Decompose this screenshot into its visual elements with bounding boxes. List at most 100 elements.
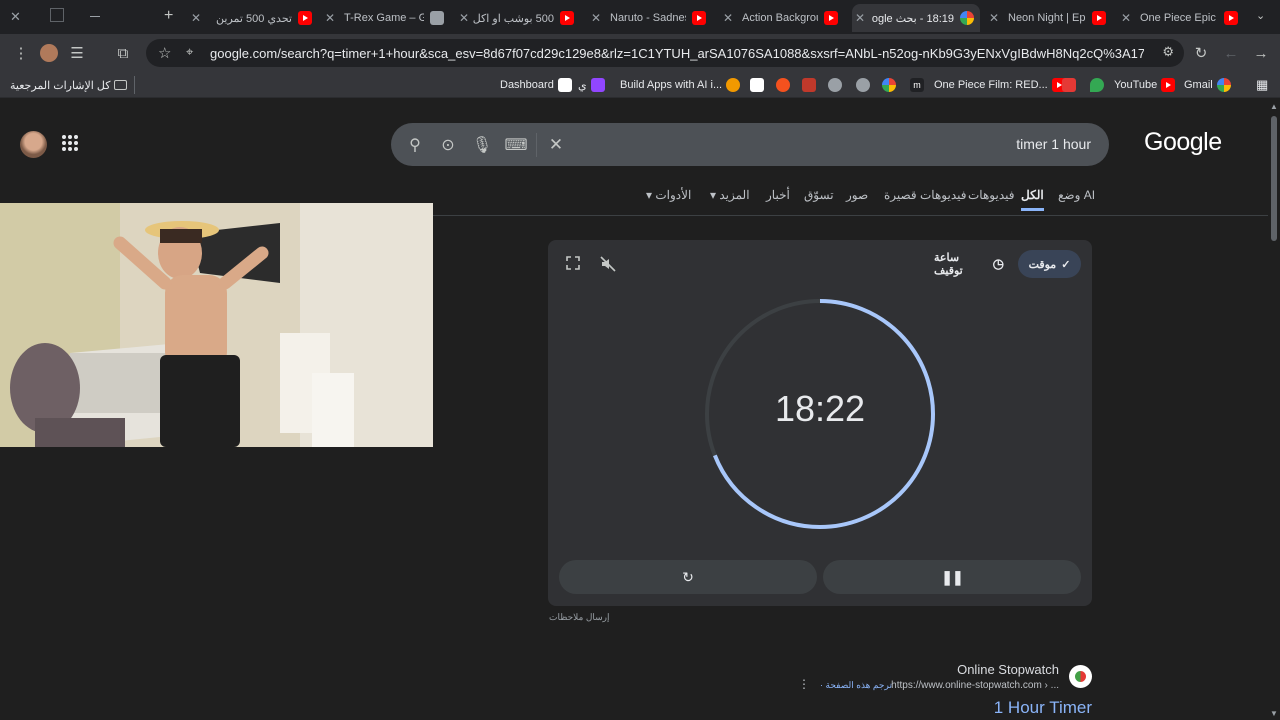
bookmark-4k[interactable] bbox=[1058, 77, 1080, 93]
bookmark-label: ي bbox=[578, 79, 587, 92]
bookmark-star-icon[interactable]: ☆ bbox=[158, 44, 171, 62]
bookmarks-divider bbox=[134, 76, 135, 94]
search-input[interactable]: timer 1 hour bbox=[1016, 136, 1091, 152]
tab-0[interactable]: ✕ تحدي 500 تمرين bbox=[188, 4, 318, 32]
more-options-icon[interactable]: ⋮ bbox=[798, 677, 810, 691]
lens-icon[interactable]: ⊙ bbox=[436, 133, 460, 157]
scrollbar-thumb[interactable] bbox=[1271, 116, 1277, 241]
result-site-name[interactable]: Online Stopwatch bbox=[957, 662, 1059, 677]
tab-7[interactable]: ✕ One Piece Epic S bbox=[1118, 4, 1244, 32]
youtube-icon bbox=[1161, 78, 1176, 92]
translate-page-link[interactable]: · ترجم هذه الصفحة bbox=[820, 680, 892, 691]
close-icon[interactable]: ✕ bbox=[588, 11, 604, 25]
bookmark-one-piece-film[interactable]: One Piece Film: RED... bbox=[934, 77, 1070, 93]
tab-5-active[interactable]: ✕ 18:19 - بحث ogle bbox=[852, 4, 980, 32]
reset-button[interactable]: ↻ bbox=[559, 560, 817, 594]
back-icon[interactable]: → bbox=[1248, 40, 1274, 66]
close-icon[interactable]: ✕ bbox=[456, 11, 472, 25]
clear-icon[interactable]: ✕ bbox=[544, 133, 568, 157]
tab-short-videos[interactable]: فيديوهات قصيرة bbox=[884, 188, 966, 202]
window-minimize-button[interactable] bbox=[90, 16, 100, 17]
tab-videos[interactable]: فيديوهات bbox=[968, 188, 1014, 202]
amazon-icon bbox=[750, 78, 764, 92]
mute-icon[interactable] bbox=[600, 256, 616, 272]
tab-ai-mode[interactable]: وضع AI bbox=[1058, 188, 1095, 202]
all-bookmarks-button[interactable]: كل الإشارات المرجعية bbox=[10, 77, 131, 93]
tab-all[interactable]: الكل bbox=[1021, 188, 1044, 211]
search-box[interactable]: ⚲ ⊙ 🎙︎ ⌨ ✕ timer 1 hour bbox=[391, 123, 1109, 166]
bookmark-globe[interactable] bbox=[824, 77, 846, 93]
tab-title: Action Backgrou bbox=[742, 12, 818, 24]
send-feedback-link[interactable]: إرسال ملاحظات bbox=[549, 612, 610, 623]
profile-avatar[interactable] bbox=[36, 40, 62, 66]
bookmark-google[interactable] bbox=[878, 77, 900, 93]
tab-more[interactable]: ▾ المزيد bbox=[710, 188, 750, 202]
address-bar[interactable]: ☆ ⌖ google.com/search?q=timer+1+hour&sca… bbox=[146, 39, 1184, 67]
reading-list-icon[interactable]: ☰ bbox=[64, 40, 90, 66]
scroll-up-icon[interactable]: ▲ bbox=[1270, 102, 1278, 111]
microphone-icon[interactable]: 🎙︎ bbox=[470, 133, 494, 157]
close-icon[interactable]: ✕ bbox=[188, 11, 204, 25]
timer-chip[interactable]: موقت ✓ bbox=[1018, 250, 1081, 278]
pause-button[interactable]: ❚❚ bbox=[823, 560, 1081, 594]
bookmark-globe[interactable] bbox=[852, 77, 874, 93]
result-heading-link[interactable]: 1 Hour Timer bbox=[994, 698, 1092, 718]
result-favicon[interactable] bbox=[1069, 665, 1092, 688]
4k-icon bbox=[1062, 78, 1076, 92]
bookmark-item[interactable] bbox=[798, 77, 820, 93]
bookmark-dashboard[interactable]: Dashboard bbox=[500, 77, 576, 93]
bookmark-amazon[interactable] bbox=[746, 77, 768, 93]
window-close-button[interactable]: ✕ bbox=[10, 9, 26, 25]
scroll-down-icon[interactable]: ▼ bbox=[1270, 709, 1278, 718]
bookmark-maps[interactable] bbox=[1086, 77, 1108, 93]
close-icon[interactable]: ✕ bbox=[1118, 11, 1134, 25]
tab-shopping[interactable]: تسوّق bbox=[804, 188, 834, 202]
stopwatch-chip[interactable]: ساعة توقيف ◷ bbox=[934, 250, 1004, 278]
result-url[interactable]: https://www.online-stopwatch.com › ... bbox=[891, 680, 1059, 691]
url-text[interactable]: google.com/search?q=timer+1+hour&sca_esv… bbox=[210, 46, 1144, 61]
tab-search-chevron-icon[interactable]: ⌄ bbox=[1256, 9, 1265, 22]
page-scrollbar[interactable]: ▲ ▼ bbox=[1268, 98, 1280, 720]
maps-icon bbox=[1090, 78, 1104, 92]
forward-icon[interactable]: ← bbox=[1218, 40, 1244, 66]
search-icon[interactable]: ⚲ bbox=[403, 133, 427, 157]
close-icon[interactable]: ✕ bbox=[322, 11, 338, 25]
tab-images[interactable]: صور bbox=[846, 188, 868, 202]
bookmark-m[interactable]: m bbox=[906, 77, 928, 93]
location-icon[interactable]: ⌖ bbox=[186, 44, 193, 60]
apps-grid-icon[interactable]: ▦ bbox=[1256, 77, 1268, 93]
menu-dots-icon[interactable]: ⋮ bbox=[8, 40, 34, 66]
all-bookmarks-label: كل الإشارات المرجعية bbox=[10, 79, 111, 92]
bookmark-gmail[interactable]: Gmail bbox=[1184, 77, 1235, 93]
fullscreen-icon[interactable] bbox=[566, 256, 580, 270]
bookmark-label: Gmail bbox=[1184, 79, 1213, 91]
gmail-icon bbox=[1216, 78, 1231, 92]
extensions-icon[interactable]: ⧉ bbox=[110, 40, 136, 66]
bookmark-build-apps[interactable]: Build Apps with AI i... bbox=[620, 77, 744, 93]
tab-6[interactable]: ✕ Neon Night | Ep bbox=[986, 4, 1112, 32]
tab-tools[interactable]: ▾ الأدوات bbox=[646, 188, 691, 202]
tab-strip: ✕ + ✕ تحدي 500 تمرين ✕ T-Rex Game – G ✕ … bbox=[0, 0, 1280, 34]
check-icon: ✓ bbox=[1061, 258, 1071, 271]
bookmark-item[interactable] bbox=[772, 77, 794, 93]
bookmark-icon bbox=[726, 78, 741, 92]
tab-3[interactable]: ✕ Naruto - Sadnes bbox=[588, 4, 712, 32]
close-icon[interactable]: ✕ bbox=[720, 11, 736, 25]
google-logo[interactable]: Google bbox=[1144, 128, 1222, 157]
tab-1[interactable]: ✕ T-Rex Game – G bbox=[322, 4, 450, 32]
tab-4[interactable]: ✕ Action Backgrou bbox=[720, 4, 844, 32]
new-tab-button[interactable]: + bbox=[164, 7, 173, 25]
tab-2[interactable]: ✕ 500 بوشب او اكل bbox=[456, 4, 580, 32]
account-avatar[interactable] bbox=[20, 131, 47, 158]
tab-news[interactable]: أخبار bbox=[766, 188, 790, 202]
site-settings-icon[interactable]: ⚙ bbox=[1162, 44, 1174, 60]
close-icon[interactable]: ✕ bbox=[852, 11, 868, 25]
timer-widget: ساعة توقيف ◷ موقت ✓ 18:22 ↻ ❚❚ bbox=[548, 240, 1092, 606]
google-apps-icon[interactable] bbox=[62, 135, 78, 151]
bookmark-twitch[interactable]: ي bbox=[578, 77, 609, 93]
keyboard-icon[interactable]: ⌨ bbox=[504, 133, 528, 157]
window-restore-button[interactable] bbox=[50, 8, 64, 22]
bookmark-youtube[interactable]: YouTube bbox=[1114, 77, 1179, 93]
reload-icon[interactable]: ↻ bbox=[1188, 40, 1214, 66]
close-icon[interactable]: ✕ bbox=[986, 11, 1002, 25]
